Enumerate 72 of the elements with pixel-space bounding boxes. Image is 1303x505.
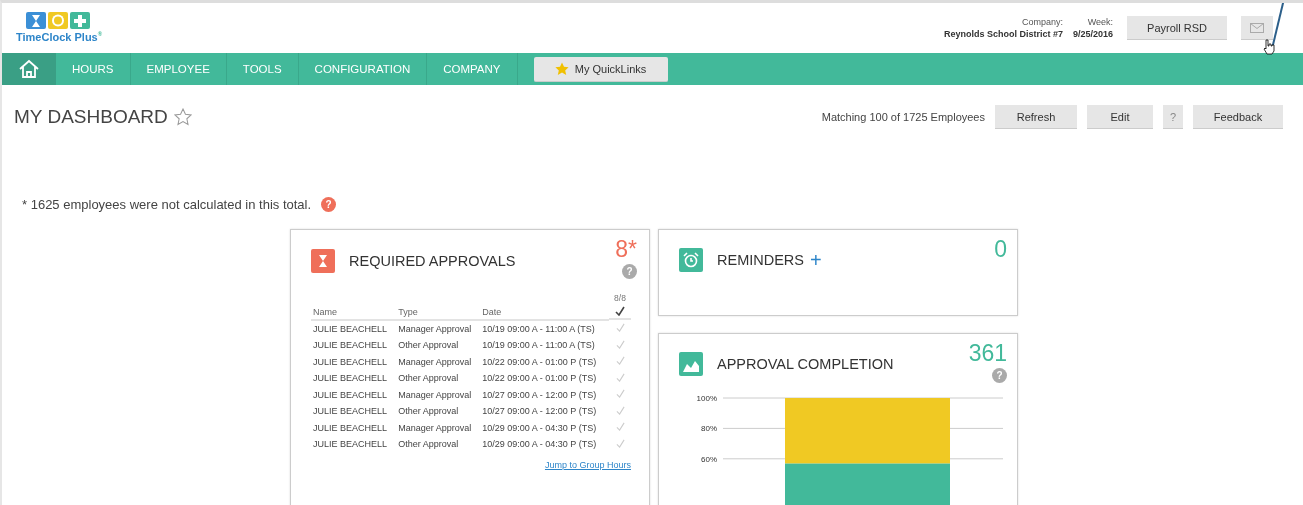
nav-tab[interactable]: HOURS <box>56 53 131 85</box>
reminders-count: 0 <box>994 236 1007 262</box>
star-icon[interactable] <box>173 108 192 126</box>
axis-label: 80% <box>701 424 717 434</box>
home-icon <box>18 59 40 79</box>
page-title: MY DASHBOARD <box>14 106 168 128</box>
approvals-count: 8* <box>615 236 637 262</box>
table-cell-text: JULIE BEACHELL <box>312 421 389 435</box>
matching-count: Matching 100 of 1725 Employees <box>821 111 985 123</box>
toolbar-button[interactable]: Feedback <box>1193 105 1283 129</box>
mail-icon <box>1250 22 1264 33</box>
table-cell-text: 10/27 09:00 A - 12:00 P (TS) <box>481 405 598 418</box>
add-button[interactable]: + <box>804 250 822 270</box>
table-cell-text: Other Approval <box>397 339 460 352</box>
table-cell-text: 10/22 09:00 A - 01:00 P (TS) <box>481 355 598 369</box>
table-cell-text: 10/22 09:00 A - 01:00 P (TS) <box>481 372 598 385</box>
card-title: REQUIRED APPROVALS <box>349 253 516 269</box>
table-cell-text: Manager Approval <box>397 421 473 435</box>
alarm-clock-icon <box>679 248 703 272</box>
toolbar-button[interactable]: Edit <box>1087 105 1153 129</box>
help-icon[interactable]: ? <box>992 368 1007 383</box>
toolbar-button[interactable]: Refresh <box>995 105 1077 129</box>
table-cell-text: JULIE BEACHELL <box>312 339 389 352</box>
completion-count: 361 <box>968 340 1007 366</box>
table-cell-text: Manager Approval <box>397 388 473 402</box>
table-cell-text: JULIE BEACHELL <box>312 372 389 385</box>
table-cell-text: Other Approval <box>397 372 460 385</box>
card-title: REMINDERS <box>717 252 804 268</box>
table-cell-text: 10/19 09:00 A - 11:00 A (TS) <box>481 339 596 352</box>
group-hours-link[interactable]: Jump to Group Hours <box>544 460 631 470</box>
logo-icon <box>26 11 93 29</box>
hourglass-icon <box>311 249 335 273</box>
area-chart-icon <box>679 352 703 376</box>
table-cell: 10/19 09:00 A - 11:00 A (TS) <box>480 320 609 337</box>
table-cell-text: 10/29 09:00 A - 04:30 P (TS) <box>481 438 598 451</box>
nav-tab[interactable]: CONFIGURATION <box>298 53 428 85</box>
axis-label: 100% <box>696 394 717 403</box>
week-label: Week: <box>1087 16 1113 28</box>
card-title: APPROVAL COMPLETION <box>717 356 894 372</box>
nav-tab[interactable]: TOOLS <box>226 53 299 85</box>
payroll-button[interactable]: Payroll RSD <box>1127 16 1227 40</box>
table-cell-text: Manager Approval <box>397 355 473 369</box>
table-cell-text: JULIE BEACHELL <box>312 438 389 451</box>
table-cell-text: 10/27 09:00 A - 12:00 P (TS) <box>481 388 598 402</box>
table-cell-text: JULIE BEACHELL <box>312 405 389 418</box>
axis-label: 60% <box>701 454 717 464</box>
nav-tab[interactable]: EMPLOYEE <box>130 53 227 85</box>
help-icon[interactable]: ? <box>321 197 337 212</box>
note-text: * 1625 employees were not calculated in this total. <box>22 197 312 212</box>
table-cell-text: Other Approval <box>397 438 460 451</box>
column-header: Name <box>311 293 397 320</box>
table-cell-text: JULIE BEACHELL <box>312 355 389 369</box>
company-name: Reynolds School District #7 <box>943 28 1063 40</box>
check-count: 8/8 <box>614 293 626 303</box>
hand-cursor-icon <box>1263 39 1275 55</box>
company-label: Company: <box>1021 16 1063 28</box>
star-icon <box>554 62 569 76</box>
column-header: Date <box>480 293 609 320</box>
toolbar-button[interactable]: ? <box>1163 105 1183 129</box>
home-button[interactable] <box>2 53 56 85</box>
table-cell: JULIE BEACHELL <box>311 320 397 337</box>
quicklinks-button[interactable]: My QuickLinks <box>533 57 668 82</box>
table-cell: Manager Approval <box>396 320 481 337</box>
week-date: 9/25/2016 <box>1072 28 1113 40</box>
mail-button[interactable] <box>1241 16 1273 40</box>
table-cell-text: 10/29 09:00 A - 04:30 P (TS) <box>481 421 598 435</box>
logo-text: TimeClock Plus$^{®}$ <box>16 30 103 43</box>
table-cell-text: Other Approval <box>397 405 460 418</box>
column-header: Type <box>396 293 481 320</box>
table-cell-text: JULIE BEACHELL <box>312 388 389 402</box>
nav-tab[interactable]: COMPANY <box>427 53 518 85</box>
help-icon[interactable]: ? <box>622 264 637 279</box>
